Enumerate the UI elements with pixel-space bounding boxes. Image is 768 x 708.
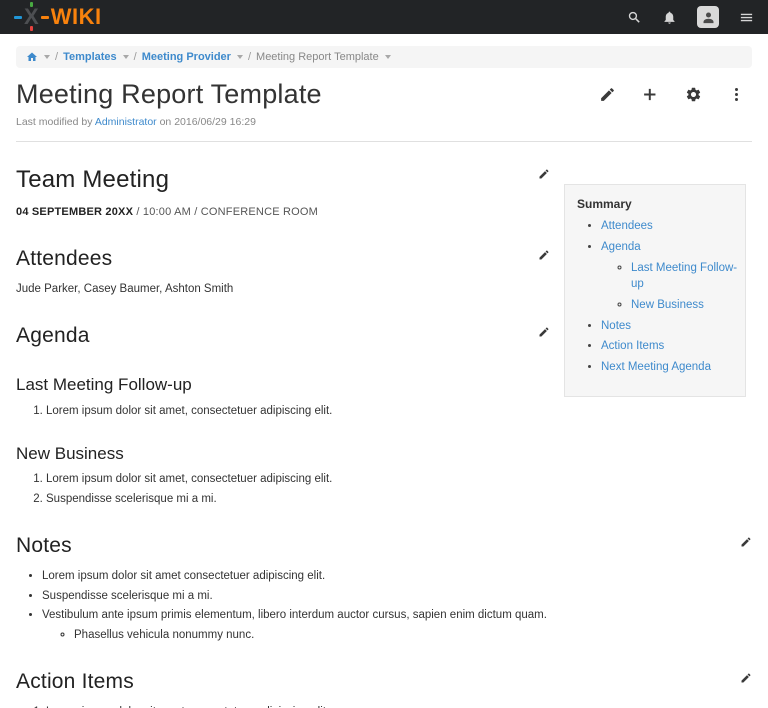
navbar-right-actions xyxy=(627,6,754,28)
section-edit-pencil-icon[interactable] xyxy=(740,672,752,684)
chevron-down-icon[interactable] xyxy=(237,55,243,59)
toc-link-notes[interactable]: Notes xyxy=(601,320,631,332)
search-icon[interactable] xyxy=(627,10,642,25)
main-content: Meeting Report Template Last modified by… xyxy=(0,68,768,708)
logo-text: WIKI xyxy=(51,6,102,28)
header-divider xyxy=(16,141,752,142)
toc-link-attendees[interactable]: Attendees xyxy=(601,220,653,232)
section-edit-pencil-icon[interactable] xyxy=(538,249,550,261)
meeting-date: 04 SEPTEMBER 20XX xyxy=(16,206,133,218)
edit-pencil-icon[interactable] xyxy=(594,86,621,103)
breadcrumb-link-templates[interactable]: Templates xyxy=(63,51,117,63)
section-edit-pencil-icon[interactable] xyxy=(740,536,752,548)
last-modified-line: Last modified by Administrator on 2016/0… xyxy=(16,116,752,128)
breadcrumb-separator: / xyxy=(134,51,137,63)
toc-link-new-business[interactable]: New Business xyxy=(631,299,704,311)
summary-panel: Summary Attendees Agenda Last Meeting Fo… xyxy=(564,184,746,397)
more-options-icon[interactable] xyxy=(723,86,750,103)
toc-item: New Business xyxy=(631,297,739,314)
list-item: Phasellus vehicula nonummy nunc. xyxy=(74,627,752,644)
modified-prefix: Last modified by xyxy=(16,116,92,128)
chevron-down-icon[interactable] xyxy=(123,55,129,59)
breadcrumb: / Templates / Meeting Provider / Meeting… xyxy=(16,46,752,68)
toc-item: Last Meeting Follow-up xyxy=(631,260,739,293)
breadcrumb-current-page: Meeting Report Template xyxy=(256,51,379,63)
summary-toc: Attendees Agenda Last Meeting Follow-up … xyxy=(577,218,739,375)
breadcrumb-separator: / xyxy=(55,51,58,63)
toc-item: Next Meeting Agenda xyxy=(601,359,739,376)
list-item: Suspendisse scelerisque mi a mi. xyxy=(42,588,752,605)
meeting-time-location: / 10:00 AM / CONFERENCE ROOM xyxy=(133,206,318,218)
page-actions xyxy=(594,86,750,103)
logo-x-glyph: X xyxy=(24,6,39,28)
breadcrumb-link-meeting-provider[interactable]: Meeting Provider xyxy=(142,51,231,63)
toc-item: Agenda Last Meeting Follow-up New Busine… xyxy=(601,239,739,314)
logo-tick-green xyxy=(30,2,33,7)
chevron-down-icon[interactable] xyxy=(44,55,50,59)
section-heading-action-items: Action Items xyxy=(16,667,752,697)
list-item: Lorem ipsum dolor sit amet consectetuer … xyxy=(46,704,752,708)
last-meeting-follow-up-list: Lorem ipsum dolor sit amet, consectetuer… xyxy=(16,403,752,420)
section-heading-notes: Notes xyxy=(16,531,752,561)
notes-list: Lorem ipsum dolor sit amet consectetuer … xyxy=(16,568,752,644)
toc-link-agenda[interactable]: Agenda xyxy=(601,241,641,253)
bell-icon[interactable] xyxy=(662,10,677,25)
new-business-list: Lorem ipsum dolor sit amet, consectetuer… xyxy=(16,471,752,507)
top-navbar: X WIKI xyxy=(0,0,768,34)
xwiki-page: X WIKI / Templates / Meeting Provider xyxy=(0,0,768,708)
notes-sublist: Phasellus vehicula nonummy nunc. xyxy=(42,627,752,644)
list-item: Vestibulum ante ipsum primis elementum, … xyxy=(42,607,752,643)
summary-toc-sublist: Last Meeting Follow-up New Business xyxy=(601,260,739,314)
settings-gear-icon[interactable] xyxy=(680,86,707,103)
modified-suffix: on 2016/06/29 16:29 xyxy=(160,116,256,128)
subsection-heading-new-business: New Business xyxy=(16,442,752,467)
logo-dash-orange xyxy=(41,16,49,19)
breadcrumb-separator: / xyxy=(248,51,251,63)
hamburger-menu-icon[interactable] xyxy=(739,10,754,25)
toc-item: Action Items xyxy=(601,338,739,355)
logo-dash-blue xyxy=(14,16,22,19)
section-edit-pencil-icon[interactable] xyxy=(538,168,550,180)
chevron-down-icon[interactable] xyxy=(385,55,391,59)
action-items-list: Lorem ipsum dolor sit amet consectetuer … xyxy=(16,704,752,708)
toc-link-next-meeting-agenda[interactable]: Next Meeting Agenda xyxy=(601,361,711,373)
document-body: Summary Attendees Agenda Last Meeting Fo… xyxy=(16,163,752,708)
section-edit-pencil-icon[interactable] xyxy=(538,326,550,338)
list-item: Lorem ipsum dolor sit amet, consectetuer… xyxy=(46,471,752,488)
modified-user-link[interactable]: Administrator xyxy=(95,116,157,128)
home-icon[interactable] xyxy=(26,51,38,63)
page-header: Meeting Report Template xyxy=(16,79,752,110)
toc-link-action-items[interactable]: Action Items xyxy=(601,340,664,352)
list-item: Lorem ipsum dolor sit amet, consectetuer… xyxy=(46,403,752,420)
logo-tick-red xyxy=(30,26,33,31)
user-avatar[interactable] xyxy=(697,6,719,28)
list-item: Lorem ipsum dolor sit amet consectetuer … xyxy=(42,568,752,585)
add-plus-icon[interactable] xyxy=(637,86,664,103)
toc-link-last-meeting-follow-up[interactable]: Last Meeting Follow-up xyxy=(631,262,737,291)
toc-item: Attendees xyxy=(601,218,739,235)
page-title: Meeting Report Template xyxy=(16,79,322,110)
toc-item: Notes xyxy=(601,318,739,335)
xwiki-logo[interactable]: X WIKI xyxy=(14,6,102,28)
summary-title: Summary xyxy=(577,196,739,213)
list-item: Suspendisse scelerisque mi a mi. xyxy=(46,491,752,508)
